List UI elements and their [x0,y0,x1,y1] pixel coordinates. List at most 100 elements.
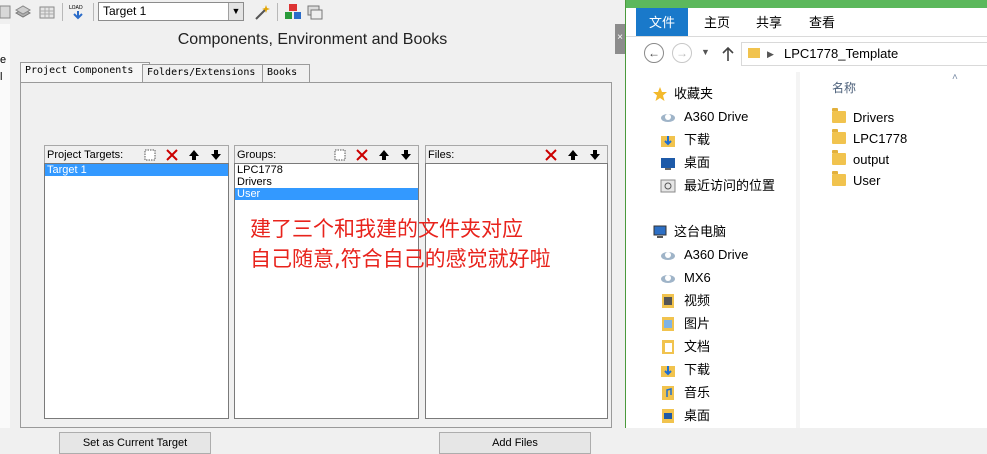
groups-list[interactable]: LPC1778 Drivers User [234,163,419,419]
ribbon-tab-share[interactable]: 共享 [756,8,782,36]
address-row: ← → ▼ ▶ LPC1778_Template [626,37,987,71]
folder-icon [832,150,846,165]
documents-folder-icon [662,340,674,354]
close-icon[interactable]: × [615,24,625,54]
ribbon-tab-file[interactable]: 文件 [636,8,688,36]
files-list[interactable] [425,163,608,419]
tab-folders-extensions[interactable]: Folders/Extensions [142,64,267,82]
nav-fav-a360[interactable]: A360 Drive [654,106,748,128]
nav-pc-desktop[interactable]: 桌面 [654,405,710,427]
files-label: Files: [428,149,455,161]
download-folder-icon [661,366,675,377]
sort-up-icon: ˄ [952,72,958,83]
nav-pc-documents[interactable]: 文档 [654,336,710,358]
nav-pc-pictures[interactable]: 图片 [654,313,710,335]
nav-label: 最近访问的位置 [684,178,776,193]
nav-label: 下载 [684,132,711,147]
move-down-icon[interactable] [209,148,223,162]
folder-name: Drivers [853,110,895,125]
window-title-strip [626,0,987,8]
tab-project-components[interactable]: Project Components [20,62,150,83]
download-folder-icon [661,136,675,147]
folder-name: output [853,152,890,167]
list-item-group-drivers[interactable]: Drivers [235,176,418,188]
nav-pc-downloads[interactable]: 下载 [654,359,710,381]
cloud-drive-icon [661,114,675,122]
files-header: Files: [425,145,608,163]
forward-arrow-icon[interactable]: → [672,43,692,63]
nav-pc-music[interactable]: 音乐 [654,382,710,404]
new-item-icon[interactable] [333,148,347,162]
chevron-down-icon[interactable]: ▼ [228,3,243,20]
nav-label: 图片 [684,316,711,331]
move-up-icon[interactable] [566,148,580,162]
video-folder-icon [662,294,674,308]
tab-books[interactable]: Books [262,64,310,82]
name-column-header[interactable]: 名称 [832,78,856,98]
computer-icon [653,225,667,238]
folder-icon [832,171,846,186]
target-select-value: Target 1 [103,4,147,18]
nav-label: 音乐 [684,385,711,400]
delete-icon[interactable] [165,148,179,162]
nav-fav-downloads[interactable]: 下载 [654,129,710,151]
set-current-target-button[interactable]: Set as Current Target [59,432,211,454]
list-item-lpc1778[interactable]: LPC1778 [832,128,907,149]
add-files-button[interactable]: Add Files [439,432,591,454]
window-icon[interactable] [306,3,324,21]
nav-pc-a360[interactable]: A360 Drive [654,244,748,266]
magic-wand-icon[interactable] [253,3,271,21]
ribbon-tab-view[interactable]: 查看 [809,8,835,36]
annotation-text: 建了三个和我建的文件夹对应 自己随意,符合自己的感觉就好啦 [250,214,620,274]
cloud-drive-icon [661,252,675,260]
editor-text-fragment: e [0,54,7,66]
list-item-drivers[interactable]: Drivers [832,107,894,128]
nav-fav-desktop[interactable]: 桌面 [654,152,710,174]
ribbon-tab-home[interactable]: 主页 [704,8,730,36]
nav-fav-recent[interactable]: 最近访问的位置 [654,175,775,197]
nav-pc-videos[interactable]: 视频 [654,290,710,312]
move-down-icon[interactable] [588,148,602,162]
layers-icon[interactable] [14,3,32,21]
address-bar[interactable]: ▶ LPC1778_Template [741,42,987,66]
groups-header: Groups: [234,145,419,163]
nav-label: 下载 [684,362,711,377]
nav-favorites[interactable]: 收藏夹 [626,83,713,105]
list-item-group-user[interactable]: User [235,188,418,200]
up-arrow-icon[interactable] [721,46,735,62]
address-path: LPC1778_Template [784,46,899,61]
breadcrumb-chevron-icon[interactable]: ▶ [767,43,774,65]
nav-scrollbar[interactable] [796,72,800,428]
nav-label: 桌面 [684,155,711,170]
targets-list[interactable]: Target 1 [44,163,229,419]
nav-pc-mx6[interactable]: MX6 [654,267,711,289]
load-icon[interactable]: LOAD [69,3,87,21]
move-up-icon[interactable] [187,148,201,162]
new-file-icon[interactable] [0,3,14,21]
back-arrow-icon[interactable]: ← [644,43,664,63]
pictures-folder-icon [662,317,674,331]
delete-icon[interactable] [544,148,558,162]
new-item-icon[interactable] [143,148,157,162]
nav-label: A360 Drive [684,109,749,124]
list-item-target-1[interactable]: Target 1 [45,164,228,176]
components-icon[interactable] [284,3,302,21]
recent-dropdown-icon[interactable]: ▼ [701,47,710,57]
move-up-icon[interactable] [377,148,391,162]
targets-header: Project Targets: [44,145,229,163]
music-folder-icon [662,386,674,400]
toolbar-separator [93,3,94,21]
nav-this-pc[interactable]: 这台电脑 [626,221,726,243]
list-item-user[interactable]: User [832,170,880,191]
ribbon: 文件 主页 共享 查看 [626,8,987,37]
nav-label: 文档 [684,339,711,354]
toolbar-separator [277,3,278,21]
groups-label: Groups: [237,149,277,161]
list-item-group-lpc1778[interactable]: LPC1778 [235,164,418,176]
file-explorer-window: 文件 主页 共享 查看 ← → ▼ ▶ LPC1778_Template 收藏夹… [625,0,987,428]
target-select[interactable]: Target 1 ▼ [98,2,244,21]
delete-icon[interactable] [355,148,369,162]
move-down-icon[interactable] [399,148,413,162]
list-item-output[interactable]: output [832,149,889,170]
grid-icon[interactable] [38,3,56,21]
